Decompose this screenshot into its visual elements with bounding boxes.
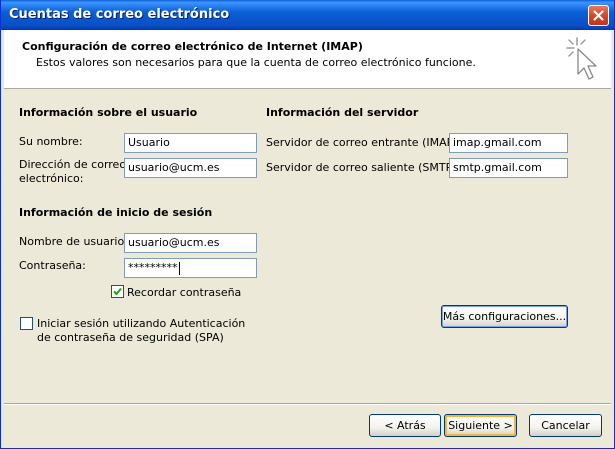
password-label: Contraseña:: [19, 259, 86, 272]
login-info-heading: Información de inicio de sesión: [19, 206, 213, 219]
remember-password-checkbox[interactable]: [111, 285, 124, 298]
header-title: Configuración de correo electrónico de I…: [22, 40, 363, 53]
email-label-line2: electrónico:: [19, 172, 84, 185]
outgoing-server-input[interactable]: smtp.gmail.com: [449, 158, 568, 178]
back-button[interactable]: < Atrás: [369, 414, 441, 437]
close-icon: [593, 10, 604, 21]
name-input[interactable]: Usuario: [124, 133, 257, 153]
dialog-window: Cuentas de correo electrónico Configurac…: [0, 0, 615, 449]
window-title: Cuentas de correo electrónico: [9, 7, 230, 22]
name-label: Su nombre:: [19, 135, 83, 148]
spa-label-line2[interactable]: de contraseña de seguridad (SPA): [37, 331, 224, 344]
header-description: Estos valores son necesarios para que la…: [36, 56, 476, 69]
user-info-heading: Información sobre el usuario: [19, 106, 198, 119]
password-value: *********: [128, 261, 178, 274]
cancel-button[interactable]: Cancelar: [529, 414, 602, 437]
title-bar[interactable]: Cuentas de correo electrónico: [1, 0, 614, 30]
checkmark-icon: [113, 287, 122, 296]
incoming-server-input[interactable]: imap.gmail.com: [449, 133, 568, 153]
incoming-server-label: Servidor de correo entrante (IMAP):: [266, 136, 462, 149]
password-input[interactable]: *********: [124, 258, 257, 278]
text-caret: [178, 261, 180, 275]
spa-checkbox[interactable]: [20, 317, 33, 330]
email-label-line1: Dirección de correo: [19, 158, 127, 171]
username-label: Nombre de usuario:: [19, 235, 128, 248]
cursor-sparkle-icon: [566, 37, 597, 80]
server-info-heading: Información del servidor: [266, 106, 419, 119]
close-button[interactable]: [588, 5, 609, 26]
remember-password-label[interactable]: Recordar contraseña: [127, 286, 241, 299]
username-input[interactable]: usuario@ucm.es: [124, 233, 257, 253]
more-settings-button[interactable]: Más configuraciones...: [441, 305, 568, 328]
spa-label-line1[interactable]: Iniciar sesión utilizando Autenticación: [37, 317, 245, 330]
wizard-header: Configuración de correo electrónico de I…: [4, 30, 611, 89]
email-input[interactable]: usuario@ucm.es: [124, 158, 257, 178]
next-button[interactable]: Siguiente >: [444, 414, 517, 437]
footer-separator: [4, 403, 611, 405]
outgoing-server-label: Servidor de correo saliente (SMTP):: [266, 161, 461, 174]
